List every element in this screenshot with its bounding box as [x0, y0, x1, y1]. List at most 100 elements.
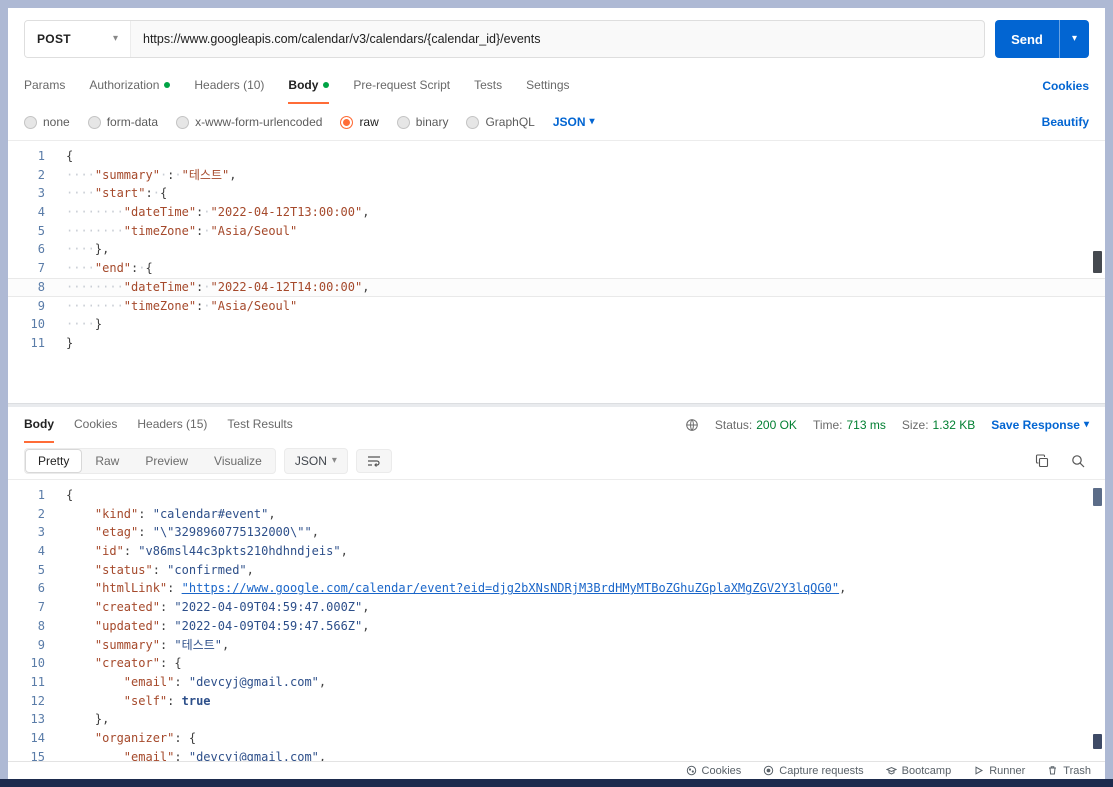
code-line[interactable]: 8 ········"dateTime":·"2022-04-12T14:00:0…	[8, 277, 1105, 297]
body-type-form-data[interactable]: form-data	[87, 115, 158, 129]
raw-format-select[interactable]: JSON ▾	[553, 115, 595, 129]
send-options-button[interactable]: ▾	[1059, 20, 1089, 58]
code-line[interactable]: 3 "etag": "\"3298960775132000\"",	[8, 523, 1105, 542]
line-number: 4	[37, 544, 45, 559]
size-label: Size:	[901, 418, 929, 432]
code-line[interactable]: 5 "status": "confirmed",	[8, 561, 1105, 580]
code-line[interactable]: 1{	[8, 486, 1105, 505]
code-line[interactable]: 6 "htmlLink": "https://www.google.com/ca…	[8, 579, 1105, 598]
response-code: 1{2 "kind": "calendar#event", 3 "etag": "…	[8, 480, 1105, 761]
method-select[interactable]: POST ▾	[25, 21, 131, 57]
footer-capture-requests[interactable]: Capture requests	[763, 765, 864, 777]
request-body-editor[interactable]: 1{2 ····"summary"·:·"테스트", 3 ····"start":·{…	[8, 140, 1105, 403]
response-body-editor[interactable]: 1{2 "kind": "calendar#event", 3 "etag": "…	[8, 479, 1105, 761]
code-line[interactable]: 10 ····}	[8, 315, 1105, 334]
code-line[interactable]: 4 ········"dateTime":·"2022-04-12T13:00:0…	[8, 203, 1105, 222]
code-line[interactable]: 3 ····"start":·{	[8, 184, 1105, 203]
body-type-none[interactable]: none	[24, 115, 70, 129]
body-type-graphql[interactable]: GraphQL	[466, 115, 535, 129]
radio-icon	[24, 115, 37, 129]
line-number: 2	[37, 167, 45, 182]
response-meta: Status: 200 OK Time: 713 ms Size: 1.32 KB S…	[685, 407, 1089, 443]
code-line[interactable]: 10 "creator": {	[8, 654, 1105, 673]
scrollbar-thumb[interactable]	[1093, 251, 1102, 273]
line-number: 12	[30, 693, 45, 708]
view-mode-group: Pretty Raw Preview Visualize	[24, 448, 276, 474]
wrap-line-button[interactable]	[355, 449, 392, 473]
tab-response-body[interactable]: Body	[24, 407, 54, 443]
body-type-raw[interactable]: raw	[340, 115, 379, 129]
code-line[interactable]: 15 "email": "devcyj@gmail.com",	[8, 748, 1105, 761]
code-line[interactable]: 4 "id": "v86msl44c3pkts210hdhndjeis",	[8, 542, 1105, 561]
status-value: 200 OK	[756, 418, 797, 432]
view-pretty[interactable]: Pretty	[25, 449, 83, 473]
view-visualize[interactable]: Visualize	[201, 449, 275, 473]
code-line[interactable]: 1{	[8, 147, 1105, 166]
send-button[interactable]: Send	[995, 20, 1059, 58]
tab-label: Headers (15)	[137, 417, 208, 431]
tab-response-cookies[interactable]: Cookies	[74, 407, 117, 443]
code-line[interactable]: 11}	[8, 334, 1105, 353]
code-line[interactable]: 9 ········"timeZone":·"Asia/Seoul"	[8, 297, 1105, 316]
code-line[interactable]: 11 "email": "devcyj@gmail.com",	[8, 673, 1105, 692]
radio-icon	[396, 115, 410, 129]
status-footer: Cookies Capture requests Bootcamp Runner…	[8, 761, 1105, 779]
tab-authorization[interactable]: Authorization	[89, 68, 171, 104]
response-format-select[interactable]: JSON ▾	[283, 448, 348, 474]
code-line[interactable]: 2 ····"summary"·:·"테스트",	[8, 166, 1105, 185]
save-response-button[interactable]: Save Response ▾	[991, 418, 1089, 432]
view-preview[interactable]: Preview	[132, 449, 201, 473]
code-line[interactable]: 2 "kind": "calendar#event",	[8, 505, 1105, 524]
line-number: 3	[37, 525, 45, 540]
beautify-link[interactable]: Beautify	[1042, 115, 1089, 129]
line-number: 15	[30, 749, 45, 761]
body-type-row: none form-data x-www-form-urlencoded raw…	[8, 104, 1105, 140]
code-line[interactable]: 6 ····},	[8, 240, 1105, 259]
tab-headers[interactable]: Headers (10)	[194, 68, 264, 104]
code-line[interactable]: 14 "organizer": {	[8, 729, 1105, 748]
tab-settings[interactable]: Settings	[526, 68, 569, 104]
search-icon[interactable]	[1067, 450, 1089, 472]
footer-bootcamp[interactable]: Bootcamp	[885, 764, 952, 777]
body-type-binary[interactable]: binary	[396, 115, 449, 129]
line-number: 8	[37, 618, 45, 633]
tab-tests[interactable]: Tests	[474, 68, 502, 104]
copy-icon[interactable]	[1031, 450, 1053, 472]
radio-icon	[466, 115, 480, 129]
code-line[interactable]: 13 },	[8, 710, 1105, 729]
scrollbar-thumb[interactable]	[1093, 488, 1102, 506]
chevron-down-icon: ▾	[1071, 33, 1078, 44]
tab-label: Test Results	[227, 417, 293, 431]
line-number: 5	[37, 223, 45, 238]
code-line[interactable]: 5 ········"timeZone":·"Asia/Seoul"	[8, 222, 1105, 241]
view-raw[interactable]: Raw	[82, 449, 132, 473]
code-line[interactable]: 7 "created": "2022-04-09T04:59:47.000Z",	[8, 598, 1105, 617]
code-line[interactable]: 12 "self": true	[8, 692, 1105, 711]
tab-label: Body	[24, 417, 54, 431]
tab-body[interactable]: Body	[288, 68, 330, 104]
code-line[interactable]: 9 "summary": "테스트",	[8, 636, 1105, 655]
tab-params[interactable]: Params	[24, 68, 65, 104]
cookies-link[interactable]: Cookies	[1042, 68, 1089, 104]
footer-label: Bootcamp	[901, 764, 952, 777]
tab-pre-request-script[interactable]: Pre-request Script	[353, 68, 450, 104]
footer-trash[interactable]: Trash	[1047, 765, 1091, 777]
footer-runner[interactable]: Runner	[973, 765, 1025, 777]
code-line[interactable]: 8 "updated": "2022-04-09T04:59:47.566Z",	[8, 617, 1105, 636]
line-number: 7	[37, 600, 45, 615]
request-code: 1{2 ····"summary"·:·"테스트", 3 ····"start":·{…	[8, 141, 1105, 353]
line-number: 11	[30, 674, 45, 689]
capture-icon	[763, 765, 774, 776]
tab-test-results[interactable]: Test Results	[227, 407, 292, 443]
footer-label: Cookies	[701, 764, 742, 777]
body-type-urlencoded[interactable]: x-www-form-urlencoded	[176, 115, 322, 129]
tab-response-headers[interactable]: Headers (15)	[137, 407, 207, 443]
code-line[interactable]: 7 ····"end":·{	[8, 259, 1105, 278]
chevron-down-icon: ▾	[589, 116, 595, 127]
line-number: 3	[37, 186, 45, 201]
radio-label: binary	[415, 115, 449, 129]
method-url-container: POST ▾	[24, 20, 985, 58]
bootcamp-icon	[885, 765, 897, 776]
footer-cookies[interactable]: Cookies	[686, 764, 742, 777]
url-input[interactable]	[131, 21, 984, 57]
